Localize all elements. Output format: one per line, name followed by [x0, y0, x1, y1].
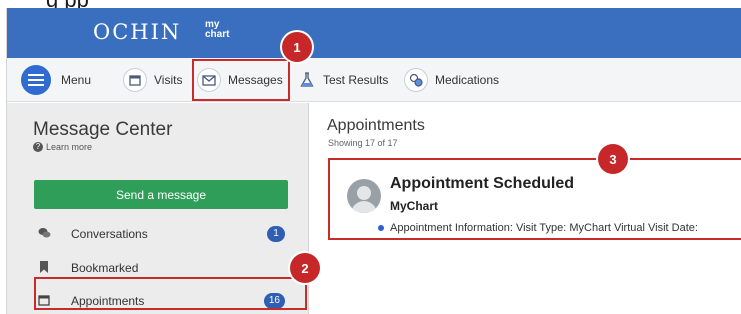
nav-medications[interactable]: Medications [404, 64, 499, 96]
step-2-badge: 2 [290, 253, 320, 283]
help-icon: ? [33, 142, 43, 152]
bookmark-icon [37, 260, 51, 276]
nav-test-results-label: Test Results [323, 73, 389, 87]
ochin-logo: OCHIN [93, 20, 182, 44]
sidebar-item-label: Bookmarked [71, 261, 139, 275]
nav-visits-label: Visits [154, 73, 183, 87]
top-nav: Menu Visits Messages Test Results Medica… [7, 58, 741, 102]
app-header: OCHIN my chart [7, 8, 741, 58]
learn-more-label: Learn more [46, 142, 93, 152]
flask-icon [299, 68, 315, 92]
nav-medications-label: Medications [435, 73, 500, 87]
mychart-logo-mark: my chart [205, 19, 230, 40]
calendar-icon [123, 68, 147, 92]
menu-label: Menu [61, 73, 92, 87]
sidebar-item-label: Conversations [71, 227, 148, 241]
step-1-badge: 1 [282, 32, 312, 62]
page-title: Appointments [327, 117, 425, 134]
chat-icon [37, 227, 51, 242]
conversations-count-badge: 1 [267, 226, 285, 242]
nav-test-results[interactable]: Test Results [299, 64, 388, 96]
pills-icon [404, 68, 428, 92]
message-center-title: Message Center [33, 119, 173, 140]
nav-visits[interactable]: Visits [123, 64, 182, 96]
appointments-highlight-box [34, 277, 307, 310]
sidebar-item-conversations[interactable]: Conversations 1 [37, 221, 295, 247]
messages-highlight-box [192, 59, 290, 101]
menu-button[interactable]: Menu [21, 64, 91, 96]
learn-more-link[interactable]: ? Learn more [33, 142, 92, 152]
message-highlight-box [328, 158, 741, 240]
result-count: Showing 17 of 17 [328, 138, 398, 148]
hamburger-icon [21, 65, 51, 95]
step-3-badge: 3 [598, 144, 628, 174]
send-message-button[interactable]: Send a message [34, 180, 288, 209]
